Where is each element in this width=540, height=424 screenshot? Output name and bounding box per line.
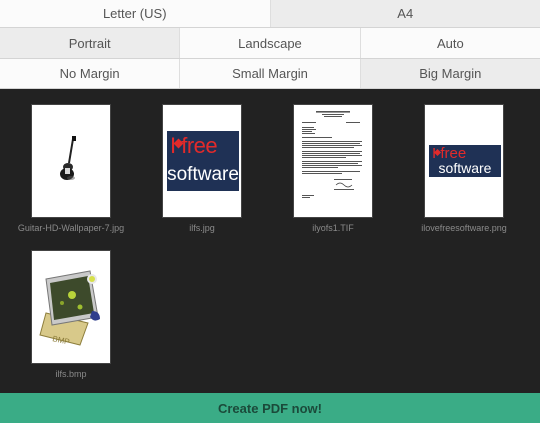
ilovefreesoftware-logo-icon: I free software [167,131,239,191]
image-thumbnail-guitar[interactable] [31,104,111,218]
pdf-creator-app: Letter (US) A4 Portrait Landscape Auto N… [0,0,540,424]
image-caption: ilyofs1.TIF [312,223,354,233]
orientation-selector: Portrait Landscape Auto [0,28,540,59]
guitar-icon [60,136,76,180]
margin-small-option[interactable]: Small Margin [179,59,360,88]
orientation-auto-option[interactable]: Auto [359,28,540,58]
image-thumbnail-ilfs-bmp[interactable]: BMP [31,250,111,364]
image-caption: ilfs.jpg [189,223,215,233]
paper-size-letter-option[interactable]: Letter (US) [0,0,270,27]
margin-selector: No Margin Small Margin Big Margin [0,59,540,89]
image-caption: Guitar-HD-Wallpaper-7.jpg [17,223,125,233]
paper-size-selector: Letter (US) A4 [0,0,540,28]
margin-none-option[interactable]: No Margin [0,59,180,88]
create-pdf-button[interactable]: Create PDF now! [0,393,540,424]
document-icon [302,111,362,198]
image-caption: ilfs.bmp [55,369,87,379]
orientation-landscape-option[interactable]: Landscape [179,28,360,58]
image-gallery: Guitar-HD-Wallpaper-7.jpg I free softwar… [0,89,540,393]
bmp-file-icon: BMP [39,270,100,347]
ilovefreesoftware-logo-icon: I free software [429,145,501,177]
image-thumbnail-ilovefreesoftware-png[interactable]: I free software [424,104,504,218]
logo-bottom-text: software [167,164,239,185]
margin-big-option[interactable]: Big Margin [359,59,540,88]
image-thumbnail-ilfs-jpg[interactable]: I free software [162,104,242,218]
orientation-portrait-option[interactable]: Portrait [0,28,180,58]
image-caption: ilovefreesoftware.png [421,223,507,233]
image-thumbnail-ilyofs1-tif[interactable] [293,104,373,218]
logo-bottom-text: software [438,160,492,176]
logo-top-text: I free [170,133,218,158]
paper-size-a4-option[interactable]: A4 [269,0,540,27]
